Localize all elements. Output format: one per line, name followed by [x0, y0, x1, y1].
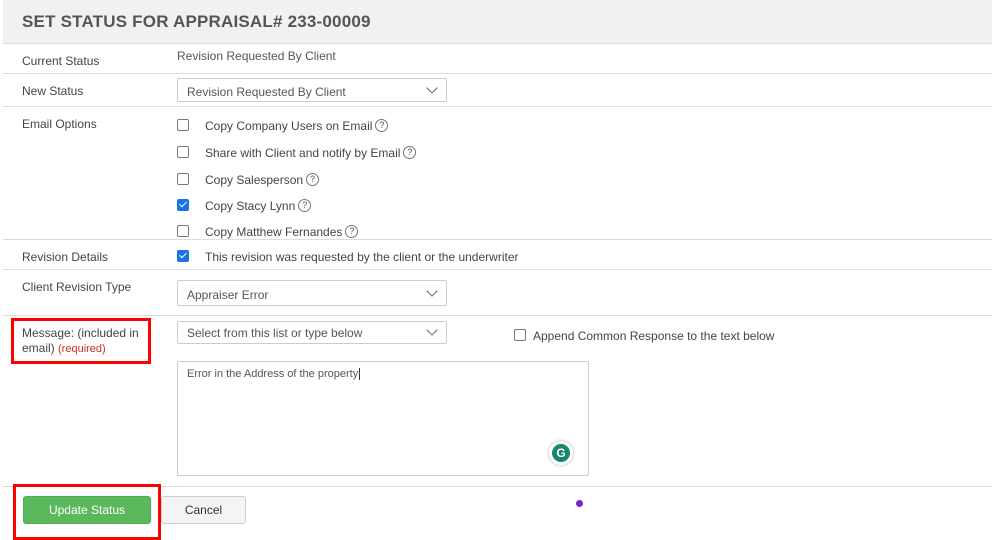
grammarly-icon[interactable]: G: [549, 441, 573, 465]
option-label: Copy Matthew Fernandes: [205, 225, 343, 239]
help-icon[interactable]: ?: [306, 173, 320, 186]
option-label: Append Common Response to the text below: [533, 329, 775, 343]
client-revision-type-label: Client Revision Type: [22, 280, 132, 294]
status-dot: [576, 500, 583, 507]
help-icon[interactable]: ?: [298, 199, 312, 212]
checkbox[interactable]: [177, 173, 189, 185]
help-icon[interactable]: ?: [375, 119, 389, 132]
checkbox[interactable]: [177, 199, 189, 211]
current-status-label: Current Status: [22, 54, 100, 68]
help-icon[interactable]: ?: [345, 225, 359, 238]
client-revision-type-select[interactable]: Appraiser Error: [177, 280, 447, 306]
help-icon[interactable]: ?: [403, 146, 417, 159]
checkbox[interactable]: [177, 119, 189, 131]
divider: [3, 73, 992, 74]
chevron-down-icon: [426, 324, 438, 336]
option-label: This revision was requested by the clien…: [205, 250, 519, 264]
required-label: (required): [58, 343, 106, 355]
option-label: Copy Salesperson: [205, 173, 304, 187]
current-status-value: Revision Requested By Client: [177, 49, 336, 63]
option-label: Share with Client and notify by Email: [205, 146, 401, 160]
message-label: Message: (included in email) (required): [22, 326, 139, 355]
update-status-button[interactable]: Update Status: [23, 496, 151, 524]
email-options-label: Email Options: [22, 117, 97, 131]
chevron-down-icon: [426, 285, 438, 297]
divider: [3, 315, 992, 316]
common-response-placeholder: Select from this list or type below: [187, 326, 363, 340]
cancel-button[interactable]: Cancel: [161, 496, 246, 524]
chevron-down-icon: [426, 82, 438, 94]
option-label: Copy Stacy Lynn: [205, 199, 296, 213]
checkbox[interactable]: [177, 146, 189, 158]
checkbox[interactable]: [177, 250, 189, 262]
divider: [3, 106, 992, 107]
message-text: Error in the Address of the property: [187, 368, 359, 380]
message-textarea[interactable]: Error in the Address of the property: [177, 361, 589, 476]
option-label: Copy Company Users on Email: [205, 119, 373, 133]
common-response-select[interactable]: Select from this list or type below: [177, 321, 447, 344]
divider: [3, 239, 992, 240]
new-status-select[interactable]: Revision Requested By Client: [177, 78, 447, 102]
divider: [3, 269, 992, 270]
checkbox[interactable]: [177, 225, 189, 237]
client-revision-type-value: Appraiser Error: [187, 288, 269, 302]
checkbox[interactable]: [514, 329, 526, 341]
new-status-label: New Status: [22, 84, 84, 98]
dialog-title: SET STATUS FOR APPRAISAL# 233-00009: [22, 12, 371, 31]
new-status-value: Revision Requested By Client: [187, 85, 346, 99]
revision-details-label: Revision Details: [22, 250, 109, 264]
